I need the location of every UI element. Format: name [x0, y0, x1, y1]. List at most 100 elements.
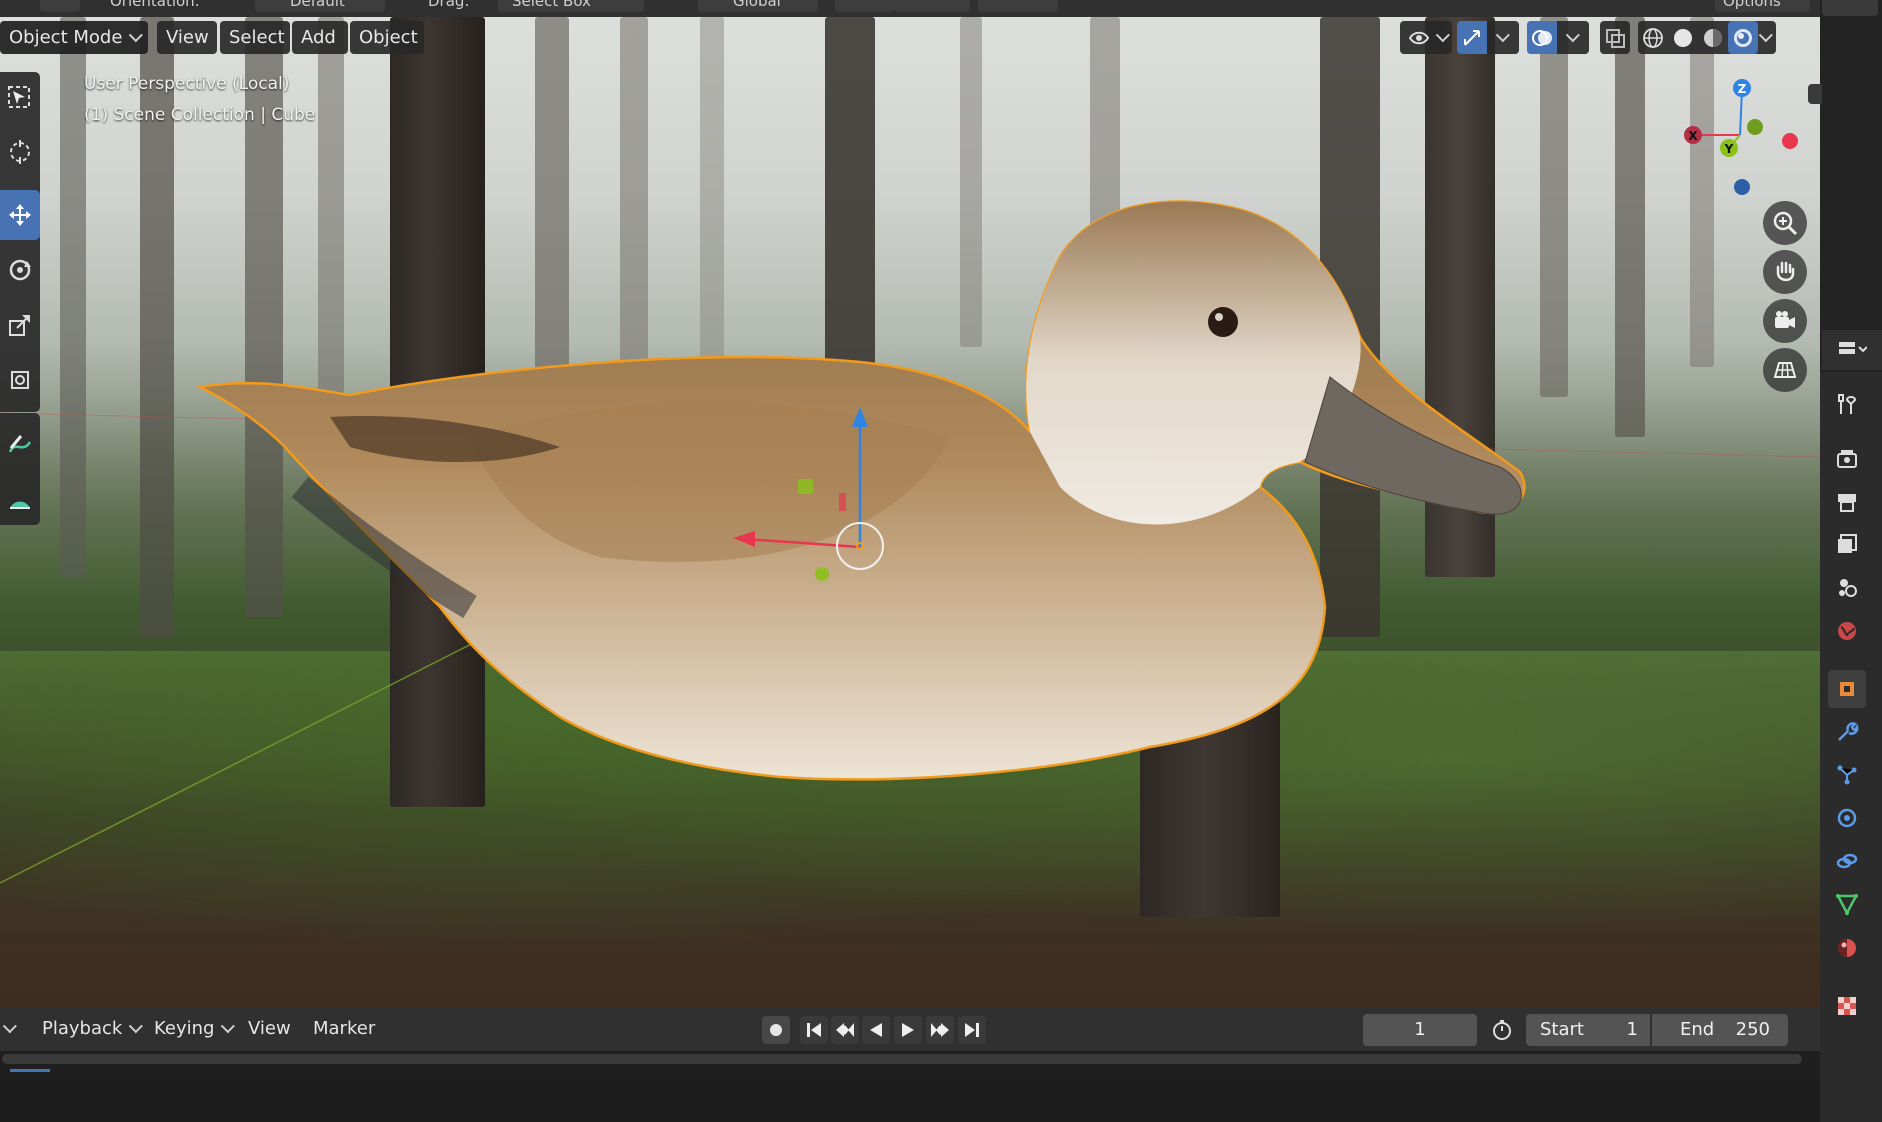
proportional-edit-button[interactable] [978, 0, 1058, 12]
annotate-icon[interactable] [0, 420, 40, 470]
timeline-scrollbar[interactable] [2, 1054, 1802, 1064]
sidebar-toggle[interactable] [1808, 84, 1822, 104]
select-box-icon[interactable] [0, 73, 40, 123]
tool-settings-header: Orientation: Default Drag: Select Box Gl… [0, 0, 1820, 17]
timeline-editor-dropdown[interactable] [0, 1007, 20, 1051]
render-icon[interactable] [1828, 440, 1866, 478]
record-keyframe-button[interactable] [762, 1016, 790, 1044]
end-label: End [1680, 1019, 1715, 1040]
object-icon[interactable] [1828, 670, 1866, 708]
transform-icon[interactable] [0, 355, 40, 405]
playback-menu[interactable]: Playback [42, 1007, 144, 1051]
scale-icon[interactable] [0, 300, 40, 350]
particles-icon[interactable] [1828, 756, 1866, 794]
add-menu[interactable]: Add [292, 21, 348, 54]
jump-end-button[interactable] [958, 1016, 986, 1044]
view-layer-icon[interactable] [1828, 525, 1866, 563]
select-menu[interactable]: Select [220, 21, 290, 54]
play-button[interactable] [894, 1016, 922, 1044]
mode-label: Object Mode [9, 27, 123, 48]
prev-keyframe-button[interactable] [831, 1016, 859, 1044]
timeline-view-menu[interactable]: View [248, 1007, 291, 1051]
gizmo-x-label: X [1688, 129, 1698, 143]
measure-icon[interactable] [0, 474, 40, 524]
start-value: 1 [1626, 1019, 1638, 1040]
world-icon[interactable] [1828, 612, 1866, 650]
keying-menu-label: Keying [154, 1018, 215, 1039]
marker-menu[interactable]: Marker [313, 1007, 375, 1051]
drag-label: Drag: [428, 0, 470, 10]
chevron-down-icon [129, 28, 144, 43]
transform-space-value: Global [733, 0, 781, 10]
overlays-toggle[interactable] [1527, 21, 1589, 54]
chevron-down-icon [1495, 28, 1510, 43]
duck-object[interactable] [0, 17, 1820, 1007]
gizmo-toggle[interactable] [1457, 21, 1519, 54]
chevron-down-icon [1565, 28, 1580, 43]
viewport-perspective-label: User Perspective (Local) [84, 74, 290, 94]
current-frame-value: 1 [1414, 1019, 1426, 1040]
rendered-icon[interactable] [1728, 21, 1758, 54]
add-menu-label: Add [301, 27, 336, 48]
navigation-gizmo[interactable]: Z X Y [1675, 70, 1805, 200]
keying-menu[interactable]: Keying [154, 1007, 236, 1051]
modifier-icon[interactable] [1828, 713, 1866, 751]
tool-icon[interactable] [1828, 385, 1866, 423]
physics-icon[interactable] [1828, 799, 1866, 837]
hand-pan-icon[interactable] [1763, 250, 1807, 294]
jump-start-button[interactable] [800, 1016, 828, 1044]
shading-modes [1638, 21, 1776, 54]
transform-pivot-button[interactable] [40, 0, 80, 12]
move-icon[interactable] [0, 190, 40, 240]
timeline-body [0, 1051, 1820, 1080]
texture-icon[interactable] [1828, 987, 1866, 1025]
solid-icon[interactable] [1668, 21, 1698, 54]
scene-icon[interactable] [1828, 568, 1866, 606]
cursor-icon[interactable] [0, 127, 40, 177]
start-frame-field[interactable]: Start 1 [1526, 1014, 1650, 1046]
start-label: Start [1540, 1019, 1584, 1040]
end-value: 250 [1735, 1019, 1770, 1040]
timeline-view-label: View [248, 1018, 291, 1039]
object-mode-dropdown[interactable]: Object Mode [0, 21, 148, 54]
workspace-tab-stub[interactable] [1822, 0, 1878, 16]
overlays-icon [1527, 21, 1557, 54]
material-icon[interactable] [1828, 929, 1866, 967]
next-keyframe-button[interactable] [926, 1016, 954, 1044]
output-icon[interactable] [1828, 483, 1866, 521]
data-icon[interactable] [1828, 885, 1866, 923]
viewport-collection-label: (1) Scene Collection | Cube [84, 105, 316, 125]
gizmo-z-label: Z [1738, 82, 1747, 96]
orientation-label: Orientation: [110, 0, 200, 10]
gizmo-y-label: Y [1724, 142, 1734, 156]
chevron-down-icon [1758, 28, 1773, 43]
snap-button[interactable] [895, 0, 970, 12]
current-frame-field[interactable]: 1 [1363, 1014, 1477, 1046]
grid-ortho-icon[interactable] [1763, 348, 1807, 392]
pivot-point-dropdown[interactable] [835, 0, 895, 12]
xray-toggle[interactable] [1600, 21, 1630, 54]
rotate-icon[interactable] [0, 245, 40, 295]
play-reverse-button[interactable] [862, 1016, 890, 1044]
stopwatch-icon[interactable] [1488, 1016, 1516, 1044]
view-menu[interactable]: View [157, 21, 217, 54]
object-menu[interactable]: Object [350, 21, 424, 54]
end-frame-field[interactable]: End 250 [1652, 1014, 1788, 1046]
gizmo-icon [1457, 21, 1487, 54]
wireframe-icon[interactable] [1638, 21, 1668, 54]
options-label: Options [1723, 0, 1781, 10]
zoom-icon[interactable] [1763, 201, 1807, 245]
playhead-marker [10, 1069, 50, 1072]
object-menu-label: Object [359, 27, 418, 48]
playback-menu-label: Playback [42, 1018, 123, 1039]
drag-value: Select Box [512, 0, 591, 10]
material-preview-icon[interactable] [1698, 21, 1728, 54]
visibility-dropdown[interactable] [1400, 21, 1452, 54]
editor-type-dropdown[interactable] [1822, 330, 1882, 370]
3d-viewport[interactable] [0, 17, 1820, 1007]
camera-icon[interactable] [1763, 299, 1807, 343]
orientation-value: Default [290, 0, 345, 10]
select-menu-label: Select [229, 27, 285, 48]
constraints-icon[interactable] [1828, 842, 1866, 880]
eye-icon [1404, 21, 1434, 54]
